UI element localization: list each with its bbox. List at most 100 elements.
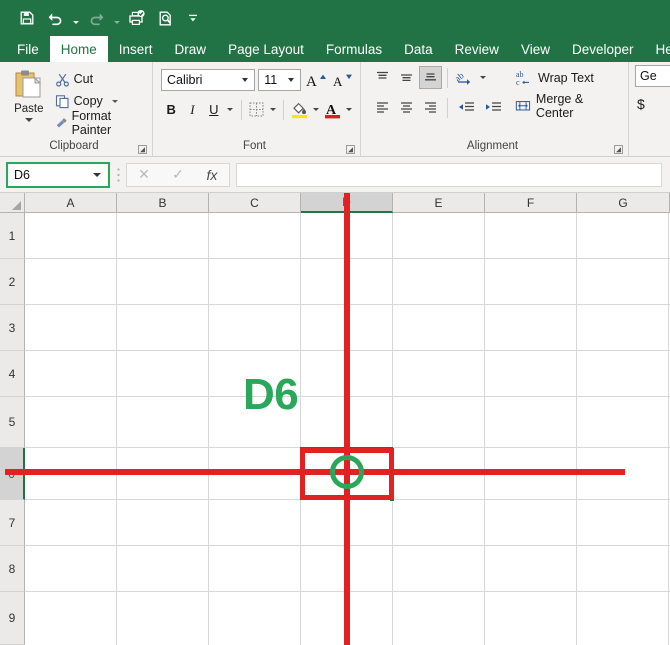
undo-dropdown-caret[interactable] xyxy=(70,5,81,31)
scissors-icon xyxy=(55,73,69,87)
bold-button[interactable]: B xyxy=(161,98,181,121)
copy-dropdown-caret[interactable] xyxy=(111,99,118,103)
align-center-icon xyxy=(401,102,412,113)
paintbrush-icon xyxy=(56,117,67,127)
bold-label: B xyxy=(166,102,176,117)
tab-home[interactable]: Home xyxy=(49,36,108,62)
borders-dropdown-caret[interactable] xyxy=(268,98,279,121)
svg-text:A: A xyxy=(333,74,343,89)
ribbon-tab-strip: File Home Insert Draw Page Layout Formul… xyxy=(0,36,670,62)
formula-bar-grip xyxy=(110,162,126,188)
column-header-a[interactable]: A xyxy=(25,193,117,213)
font-size-caret[interactable] xyxy=(287,77,294,82)
print-approve-icon[interactable] xyxy=(124,5,150,31)
fill-color-button[interactable] xyxy=(289,98,309,121)
tab-data[interactable]: Data xyxy=(393,36,444,62)
tab-help[interactable]: He xyxy=(645,36,670,62)
borders-button[interactable] xyxy=(246,98,266,121)
row-header-9[interactable]: 9 xyxy=(0,592,25,645)
column-header-g[interactable]: G xyxy=(577,193,670,213)
underline-dropdown-caret[interactable] xyxy=(225,98,236,121)
cut-button[interactable]: Cut xyxy=(52,69,146,89)
tab-developer[interactable]: Developer xyxy=(561,36,645,62)
row-header-7[interactable]: 7 xyxy=(0,500,25,546)
svg-text:c: c xyxy=(516,78,520,87)
format-painter-label: Format Painter xyxy=(71,109,112,137)
tab-formulas[interactable]: Formulas xyxy=(315,36,393,62)
row-header-1[interactable]: 1 xyxy=(0,213,25,259)
orientation-button[interactable]: ab xyxy=(453,66,476,89)
paste-button[interactable]: Paste xyxy=(6,66,52,140)
align-top-button[interactable] xyxy=(371,66,394,89)
font-dialog-launcher[interactable] xyxy=(345,144,356,155)
align-center-button[interactable] xyxy=(395,96,418,119)
grow-font-button[interactable]: A xyxy=(304,68,328,91)
format-painter-button[interactable]: Format Painter xyxy=(52,109,146,137)
print-preview-icon[interactable] xyxy=(152,5,178,31)
fill-color-dropdown-caret[interactable] xyxy=(311,98,322,121)
save-icon[interactable] xyxy=(14,5,40,31)
row-header-4[interactable]: 4 xyxy=(0,351,25,397)
font-color-dropdown-caret[interactable] xyxy=(343,98,354,121)
align-left-icon xyxy=(377,102,388,113)
italic-button[interactable]: I xyxy=(182,98,202,121)
select-all-button[interactable] xyxy=(0,193,25,213)
increase-indent-button[interactable] xyxy=(480,96,506,119)
font-size-combo[interactable]: 11 xyxy=(258,68,301,91)
row-header-8[interactable]: 8 xyxy=(0,546,25,592)
gridline-v-a xyxy=(116,213,117,645)
row-header-5[interactable]: 5 xyxy=(0,397,25,448)
column-header-b[interactable]: B xyxy=(117,193,209,213)
undo-icon[interactable] xyxy=(42,5,68,31)
alignment-dialog-launcher[interactable] xyxy=(613,144,624,155)
column-header-f[interactable]: F xyxy=(485,193,577,213)
tab-review[interactable]: Review xyxy=(444,36,510,62)
merge-center-button[interactable]: Merge & Center xyxy=(512,92,622,120)
align-bottom-button[interactable] xyxy=(419,66,442,89)
confirm-entry-button[interactable]: ✓ xyxy=(161,164,195,186)
underline-button[interactable]: U xyxy=(204,98,224,121)
fill-color-icon xyxy=(291,102,307,119)
cancel-entry-button[interactable]: ✕ xyxy=(127,164,161,186)
clipboard-dialog-launcher[interactable] xyxy=(137,144,148,155)
align-middle-button[interactable] xyxy=(395,66,418,89)
wrap-text-button[interactable]: ab c Wrap Text xyxy=(512,66,622,90)
tab-insert[interactable]: Insert xyxy=(108,36,164,62)
tab-file[interactable]: File xyxy=(6,36,50,62)
shrink-font-button[interactable]: A xyxy=(330,68,354,91)
font-name-combo[interactable]: Calibri xyxy=(161,68,256,91)
tab-draw[interactable]: Draw xyxy=(164,36,218,62)
currency-format-button[interactable]: $ xyxy=(637,96,670,112)
font-size-value: 11 xyxy=(264,72,278,87)
align-left-button[interactable] xyxy=(371,96,394,119)
merge-center-label: Merge & Center xyxy=(535,92,584,120)
font-name-caret[interactable] xyxy=(242,77,249,82)
redo-icon xyxy=(83,5,109,31)
gridline-v-e xyxy=(484,213,485,645)
column-header-c[interactable]: C xyxy=(209,193,301,213)
italic-label: I xyxy=(190,101,195,117)
decrease-indent-button[interactable] xyxy=(453,96,479,119)
align-right-button[interactable] xyxy=(419,96,442,119)
tab-page-layout[interactable]: Page Layout xyxy=(217,36,315,62)
name-box-caret[interactable] xyxy=(93,172,101,177)
tab-view[interactable]: View xyxy=(510,36,561,62)
column-header-e[interactable]: E xyxy=(393,193,485,213)
orientation-dropdown-caret[interactable] xyxy=(477,66,489,89)
clipboard-group-label: Clipboard xyxy=(49,140,99,152)
copy-button[interactable]: Copy xyxy=(52,91,146,111)
font-color-button[interactable]: A xyxy=(322,98,342,121)
align-middle-icon xyxy=(401,74,412,82)
alignment-group-label: Alignment xyxy=(466,140,519,152)
formula-input[interactable] xyxy=(236,162,662,187)
row-header-2[interactable]: 2 xyxy=(0,259,25,305)
quick-access-toolbar xyxy=(0,0,670,36)
row-header-3[interactable]: 3 xyxy=(0,305,25,351)
number-format-combo[interactable]: Ge xyxy=(635,65,670,87)
customize-qat-icon[interactable] xyxy=(180,5,206,31)
insert-function-button[interactable]: fx xyxy=(195,164,229,186)
paste-dropdown-caret[interactable] xyxy=(24,118,33,122)
name-box[interactable]: D6 xyxy=(6,161,110,188)
wrap-text-icon: abc xyxy=(516,70,529,87)
wrap-text-label: Wrap Text xyxy=(538,71,594,85)
